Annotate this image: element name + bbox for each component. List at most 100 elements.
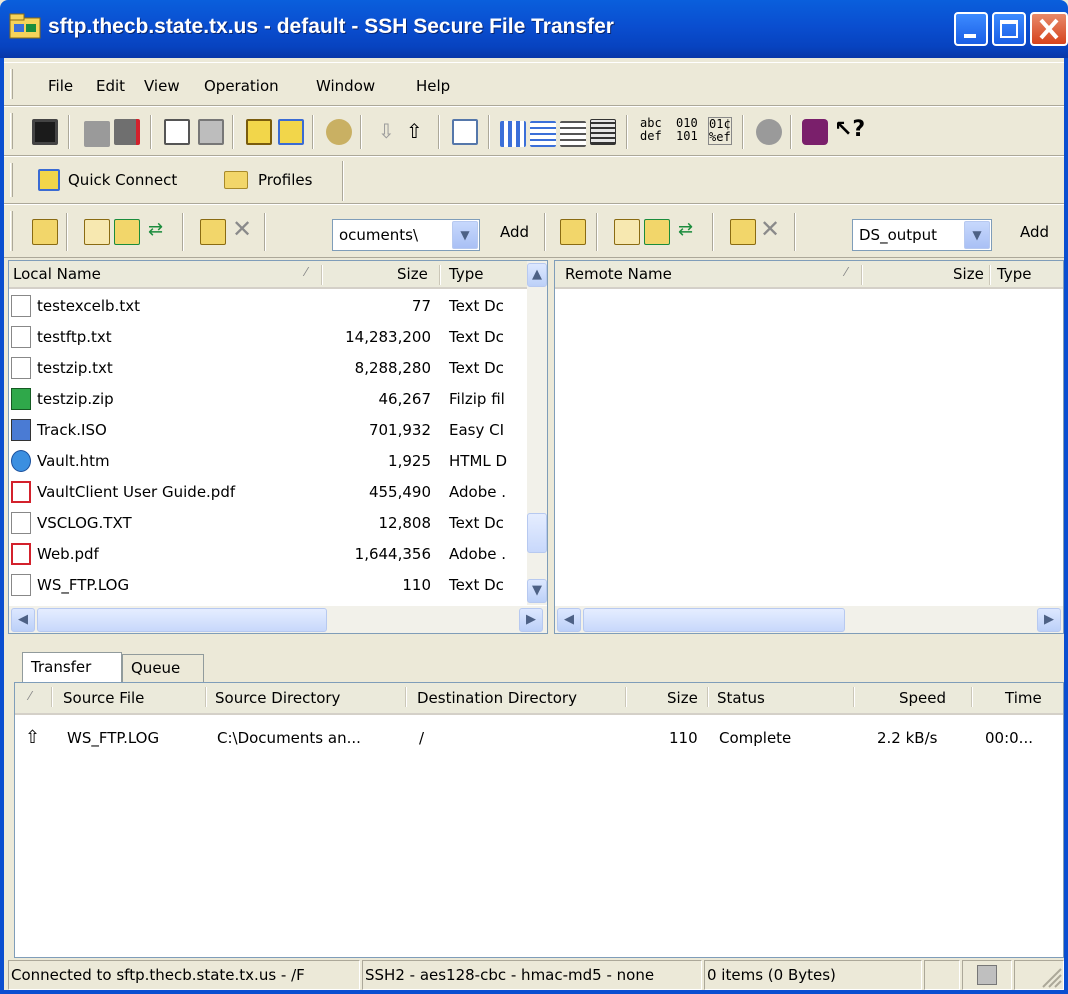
ascii-mode-icon[interactable]: abc def xyxy=(640,117,662,143)
new-file-transfer-icon[interactable] xyxy=(278,119,304,145)
remote-type-header[interactable]: Type xyxy=(997,265,1031,283)
table-row[interactable]: ⇧ WS_FTP.LOG C:\Documents an... / 110 Co… xyxy=(15,723,1063,754)
list-item[interactable]: testzip.zip 46,267 Filzip fil xyxy=(9,384,527,415)
transfer-list[interactable]: ⁄ Source File Source Directory Destinati… xyxy=(14,682,1064,958)
column-divider[interactable] xyxy=(625,687,627,707)
show-log-icon[interactable] xyxy=(452,119,478,145)
title-bar[interactable]: sftp.thecb.state.tx.us - default - SSH S… xyxy=(0,0,1068,58)
local-vertical-scrollbar[interactable]: ▲ ▼ xyxy=(527,261,547,605)
chevron-right-icon[interactable]: ▶ xyxy=(1037,608,1061,632)
column-divider[interactable] xyxy=(971,687,973,707)
binary-mode-icon[interactable]: 010 101 xyxy=(676,117,698,143)
menu-grip[interactable] xyxy=(10,69,13,99)
menu-help[interactable]: Help xyxy=(416,77,450,95)
column-divider[interactable] xyxy=(439,265,441,285)
local-new-folder-icon[interactable] xyxy=(200,219,226,245)
local-refresh-icon[interactable]: ⇄ xyxy=(148,219,163,240)
chevron-left-icon[interactable]: ◀ xyxy=(11,608,35,632)
remote-add-button[interactable]: Add xyxy=(1020,223,1049,241)
whats-this-help-icon[interactable]: ↖? xyxy=(834,117,865,142)
settings-icon[interactable] xyxy=(326,119,352,145)
resize-grip[interactable] xyxy=(1014,960,1064,990)
path-grip[interactable] xyxy=(10,211,13,251)
source-file-header[interactable]: Source File xyxy=(63,689,144,707)
chevron-down-icon[interactable]: ▼ xyxy=(964,221,990,249)
menu-file[interactable]: File xyxy=(48,77,73,95)
local-home-icon[interactable] xyxy=(84,219,110,245)
remote-name-header[interactable]: Remote Name xyxy=(565,265,672,283)
save-icon[interactable] xyxy=(32,119,58,145)
source-directory-header[interactable]: Source Directory xyxy=(215,689,340,707)
local-path-combo[interactable]: ocuments\ ▼ xyxy=(332,219,480,251)
column-divider[interactable] xyxy=(989,265,991,285)
list-item[interactable]: testexcelb.txt 77 Text Dc xyxy=(9,291,527,322)
local-view-icon[interactable] xyxy=(32,219,58,245)
list-item[interactable]: Track.ISO 701,932 Easy CI xyxy=(9,415,527,446)
minimize-button[interactable] xyxy=(954,12,988,46)
list-item[interactable]: VSCLOG.TXT 12,808 Text Dc xyxy=(9,508,527,539)
size-header[interactable]: Size xyxy=(667,689,698,707)
tab-queue[interactable]: Queue xyxy=(122,654,204,682)
list-item[interactable]: testftp.txt 14,283,200 Text Dc xyxy=(9,322,527,353)
column-divider[interactable] xyxy=(205,687,207,707)
large-icons-icon[interactable] xyxy=(500,121,526,147)
profiles-button[interactable]: Profiles xyxy=(220,167,340,195)
menu-edit[interactable]: Edit xyxy=(96,77,125,95)
status-header[interactable]: Status xyxy=(717,689,765,707)
column-divider[interactable] xyxy=(853,687,855,707)
local-delete-icon[interactable]: ✕ xyxy=(232,215,252,243)
remote-view-icon[interactable] xyxy=(560,219,586,245)
chevron-down-icon[interactable]: ▼ xyxy=(527,579,547,603)
remote-path-combo[interactable]: DS_output ▼ xyxy=(852,219,992,251)
maximize-button[interactable] xyxy=(992,12,1026,46)
help-book-icon[interactable] xyxy=(802,119,828,145)
paste-icon[interactable] xyxy=(198,119,224,145)
list-item[interactable]: Vault.htm 1,925 HTML D xyxy=(9,446,527,477)
local-up-folder-icon[interactable] xyxy=(114,219,140,245)
local-file-pane[interactable]: Local Name ⁄ Size Type testexcelb.txt 77 T… xyxy=(8,260,548,634)
upload-icon[interactable]: ⇧ xyxy=(406,119,423,143)
list-item[interactable]: VaultClient User Guide.pdf 455,490 Adobe . xyxy=(9,477,527,508)
column-divider[interactable] xyxy=(405,687,407,707)
chevron-up-icon[interactable]: ▲ xyxy=(527,263,547,287)
close-button[interactable] xyxy=(1030,12,1068,46)
local-size-header[interactable]: Size xyxy=(397,265,428,283)
list-item[interactable]: WS_FTP.LOG 110 Text Dc xyxy=(9,570,527,601)
scroll-thumb[interactable] xyxy=(583,608,845,632)
remote-up-folder-icon[interactable] xyxy=(644,219,670,245)
auto-mode-icon[interactable]: 01¢ %ef xyxy=(708,117,732,145)
remote-size-header[interactable]: Size xyxy=(953,265,984,283)
copy-icon[interactable] xyxy=(164,119,190,145)
local-add-button[interactable]: Add xyxy=(500,223,529,241)
remote-refresh-icon[interactable]: ⇄ xyxy=(678,219,693,240)
remote-file-pane[interactable]: Remote Name ⁄ Size Type ◀ ▶ xyxy=(554,260,1064,634)
scroll-thumb[interactable] xyxy=(37,608,327,632)
new-terminal-icon[interactable] xyxy=(246,119,272,145)
local-horizontal-scrollbar[interactable]: ◀ ▶ xyxy=(9,605,547,633)
column-divider[interactable] xyxy=(51,687,53,707)
local-type-header[interactable]: Type xyxy=(449,265,483,283)
tab-transfer[interactable]: Transfer xyxy=(22,652,122,682)
scroll-thumb[interactable] xyxy=(527,513,547,553)
column-divider[interactable] xyxy=(321,265,323,285)
disconnect-icon[interactable] xyxy=(114,119,140,145)
menu-window[interactable]: Window xyxy=(316,77,375,95)
download-icon[interactable]: ⇩ xyxy=(378,119,395,143)
list-item[interactable]: testzip.txt 8,288,280 Text Dc xyxy=(9,353,527,384)
remote-home-icon[interactable] xyxy=(614,219,640,245)
speed-header[interactable]: Speed xyxy=(899,689,946,707)
list-item[interactable]: Web.pdf 1,644,356 Adobe . xyxy=(9,539,527,570)
details-view-icon[interactable] xyxy=(590,119,616,145)
chevron-left-icon[interactable]: ◀ xyxy=(557,608,581,632)
quick-connect-button[interactable]: Quick Connect xyxy=(34,167,198,195)
connect-grip[interactable] xyxy=(10,163,13,197)
chevron-down-icon[interactable]: ▼ xyxy=(452,221,478,249)
local-name-header[interactable]: Local Name xyxy=(13,265,101,283)
destination-directory-header[interactable]: Destination Directory xyxy=(417,689,577,707)
column-divider[interactable] xyxy=(861,265,863,285)
remote-horizontal-scrollbar[interactable]: ◀ ▶ xyxy=(555,605,1063,633)
time-header[interactable]: Time xyxy=(1005,689,1042,707)
column-divider[interactable] xyxy=(707,687,709,707)
remote-delete-icon[interactable]: ✕ xyxy=(760,215,780,243)
small-icons-icon[interactable] xyxy=(530,121,556,147)
